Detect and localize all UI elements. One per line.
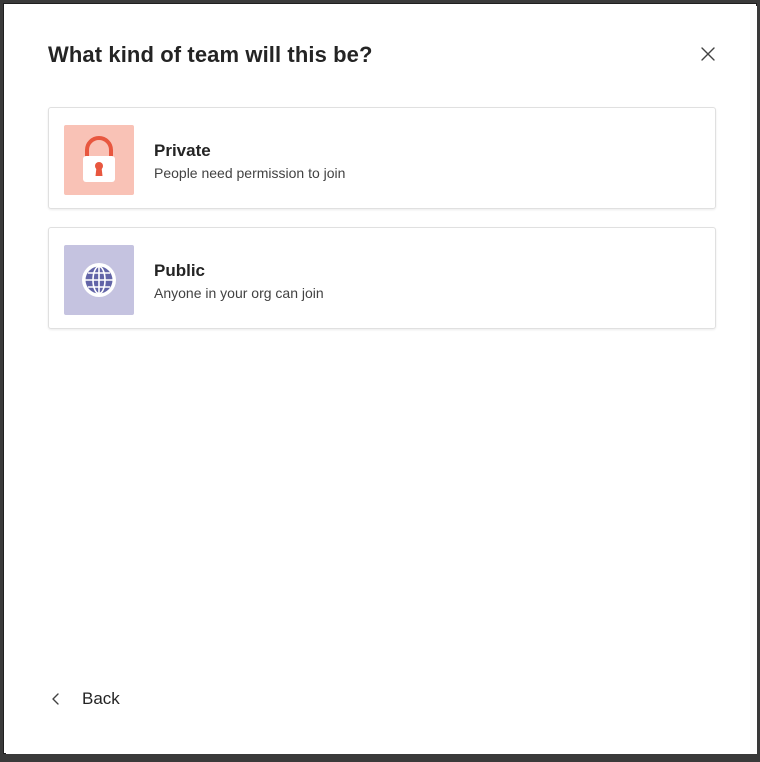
globe-icon bbox=[82, 263, 116, 297]
close-button[interactable] bbox=[696, 42, 720, 66]
back-label: Back bbox=[82, 689, 120, 708]
window-frame: What kind of team will this be? Private … bbox=[0, 0, 760, 762]
public-icon-tile bbox=[64, 245, 134, 315]
chevron-left-icon bbox=[52, 693, 59, 705]
dialog-title: What kind of team will this be? bbox=[48, 42, 373, 67]
team-type-dialog: What kind of team will this be? Private … bbox=[6, 6, 757, 754]
private-icon-tile bbox=[64, 125, 134, 195]
close-icon bbox=[701, 47, 715, 61]
private-team-option[interactable]: Private People need permission to join bbox=[48, 107, 716, 209]
back-button[interactable]: Back bbox=[50, 686, 120, 712]
public-option-title: Public bbox=[154, 261, 206, 280]
public-option-description: Anyone in your org can join bbox=[154, 285, 324, 301]
private-option-title: Private bbox=[154, 141, 211, 160]
private-option-description: People need permission to join bbox=[154, 165, 346, 181]
public-team-option[interactable]: Public Anyone in your org can join bbox=[48, 227, 716, 329]
lock-icon bbox=[83, 136, 115, 182]
